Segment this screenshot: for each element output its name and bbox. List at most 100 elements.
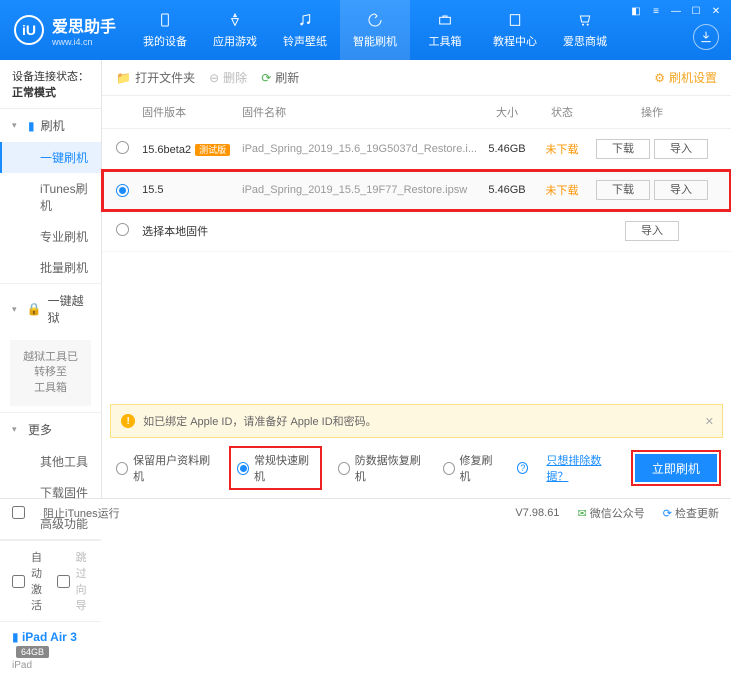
flash-icon [366,11,384,29]
check-update-link[interactable]: ⟳ 检查更新 [663,505,719,521]
warning-bar: ! 如已绑定 Apple ID，请准备好 Apple ID和密码。 ✕ [110,404,723,438]
fw-status: 未下载 [537,141,587,157]
col-size: 大小 [477,104,537,120]
cart-icon [576,11,594,29]
sidebar-section-more[interactable]: ▾ 更多 [0,413,101,446]
firmware-row[interactable]: 15.6beta2 测试版 iPad_Spring_2019_15.6_19G50… [102,129,731,170]
app-logo: iU [14,15,44,45]
wechat-icon: ✉ [577,508,586,520]
device-info[interactable]: ▮ iPad Air 3 64GB iPad [0,621,101,679]
download-button[interactable]: 下载 [596,139,650,159]
sidebar-item-pro-flash[interactable]: 专业刷机 [0,221,101,252]
jailbreak-note: 越狱工具已转移至 工具箱 [10,340,91,406]
refresh-icon: ⟳ [261,71,271,85]
mode-keep-data[interactable]: 保留用户资料刷机 [116,452,213,484]
import-button[interactable]: 导入 [654,180,708,200]
nav-label: 工具箱 [429,33,462,49]
menu-button[interactable]: ≡ [647,4,665,18]
row-radio[interactable] [116,141,129,154]
beta-tag: 测试版 [195,144,230,156]
fw-filename: iPad_Spring_2019_15.5_19F77_Restore.ipsw [242,184,477,196]
section-label: 刷机 [41,117,65,134]
help-icon[interactable]: ? [517,462,528,474]
folder-icon: 📁 [116,71,131,85]
nav-mall[interactable]: 爱思商城 [550,0,620,60]
phone-icon [156,11,174,29]
sidebar-item-batch-flash[interactable]: 批量刷机 [0,252,101,283]
section-label: 更多 [28,421,52,438]
refresh-button[interactable]: ⟳刷新 [261,69,299,86]
book-icon [506,11,524,29]
nav-tutorial[interactable]: 教程中心 [480,0,550,60]
delete-icon: ⊖ [209,71,219,85]
auto-activate-checkbox[interactable] [12,575,25,588]
flash-settings-button[interactable]: ⚙刷机设置 [654,69,717,86]
app-url: www.i4.cn [52,37,116,47]
warning-icon: ! [121,414,135,428]
nav-label: 我的设备 [143,33,187,49]
nav-label: 教程中心 [493,33,537,49]
delete-button[interactable]: ⊖删除 [209,69,247,86]
version-label: V7.98.61 [515,507,559,519]
col-ops: 操作 [587,104,717,120]
wechat-link[interactable]: ✉ 微信公众号 [577,505,644,521]
firmware-row-selected[interactable]: 15.5 iPad_Spring_2019_15.5_19F77_Restore… [102,170,731,211]
mode-anti-recovery[interactable]: 防数据恢复刷机 [338,452,425,484]
app-name: 爱思助手 [52,13,116,37]
fw-size: 5.46GB [477,143,537,155]
nav-flash[interactable]: 智能刷机 [340,0,410,60]
col-status: 状态 [537,104,587,120]
connection-status: 设备连接状态：正常模式 [0,60,101,109]
toolbox-icon [436,11,454,29]
local-firmware-row[interactable]: 选择本地固件 导入 [102,211,731,252]
sidebar-item-oneclick-flash[interactable]: 一键刷机 [0,142,101,173]
gear-icon: ⚙ [654,71,665,85]
device-type: iPad [12,660,89,671]
nav-ringtones[interactable]: 铃声壁纸 [270,0,340,60]
close-button[interactable]: ✕ [707,4,725,18]
block-itunes-label: 阻止iTunes运行 [43,505,120,521]
fw-version: 15.5 [142,184,163,196]
nav-label: 铃声壁纸 [283,33,327,49]
nav-toolbox[interactable]: 工具箱 [410,0,480,60]
chevron-down-icon: ▾ [12,120,22,131]
block-itunes-checkbox[interactable] [12,506,25,519]
skip-guide-checkbox[interactable] [57,575,70,588]
exclude-data-link[interactable]: 只想排除数据？ [546,452,616,484]
import-button[interactable]: 导入 [625,221,679,241]
music-icon [296,11,314,29]
sidebar-section-flash[interactable]: ▾▮刷机 [0,109,101,142]
flash-now-button[interactable]: 立即刷机 [635,454,717,482]
nav-my-device[interactable]: 我的设备 [130,0,200,60]
mode-quick-flash[interactable]: 常规快速刷机 [231,448,320,488]
mode-repair[interactable]: 修复刷机 [443,452,500,484]
col-version: 固件版本 [142,104,242,120]
fw-size: 5.46GB [477,184,537,196]
row-radio[interactable] [116,223,129,236]
warning-close-button[interactable]: ✕ [705,415,714,428]
sidebar-item-other-tools[interactable]: 其他工具 [0,446,101,477]
chevron-down-icon: ▾ [12,424,22,435]
download-manager-button[interactable] [693,24,719,50]
sidebar-section-jailbreak[interactable]: ▾🔒一键越狱 [0,284,101,334]
fw-filename: iPad_Spring_2019_15.6_19G5037d_Restore.i… [242,143,477,155]
warning-text: 如已绑定 Apple ID，请准备好 Apple ID和密码。 [143,413,377,429]
apps-icon [226,11,244,29]
skin-button[interactable]: ◧ [627,4,645,18]
minimize-button[interactable]: — [667,4,685,18]
col-name: 固件名称 [242,104,477,120]
sidebar-item-itunes-flash[interactable]: iTunes刷机 [0,173,101,221]
fw-status: 未下载 [537,182,587,198]
open-folder-button[interactable]: 📁打开文件夹 [116,69,195,86]
nav-apps[interactable]: 应用游戏 [200,0,270,60]
nav-label: 爱思商城 [563,33,607,49]
download-button[interactable]: 下载 [596,180,650,200]
device-name: iPad Air 3 [22,630,77,644]
maximize-button[interactable]: ☐ [687,4,705,18]
nav-label: 应用游戏 [213,33,257,49]
fw-version: 15.6beta2 [142,144,191,156]
section-label: 一键越狱 [48,292,90,326]
local-fw-label: 选择本地固件 [142,223,309,239]
row-radio[interactable] [116,184,129,197]
import-button[interactable]: 导入 [654,139,708,159]
